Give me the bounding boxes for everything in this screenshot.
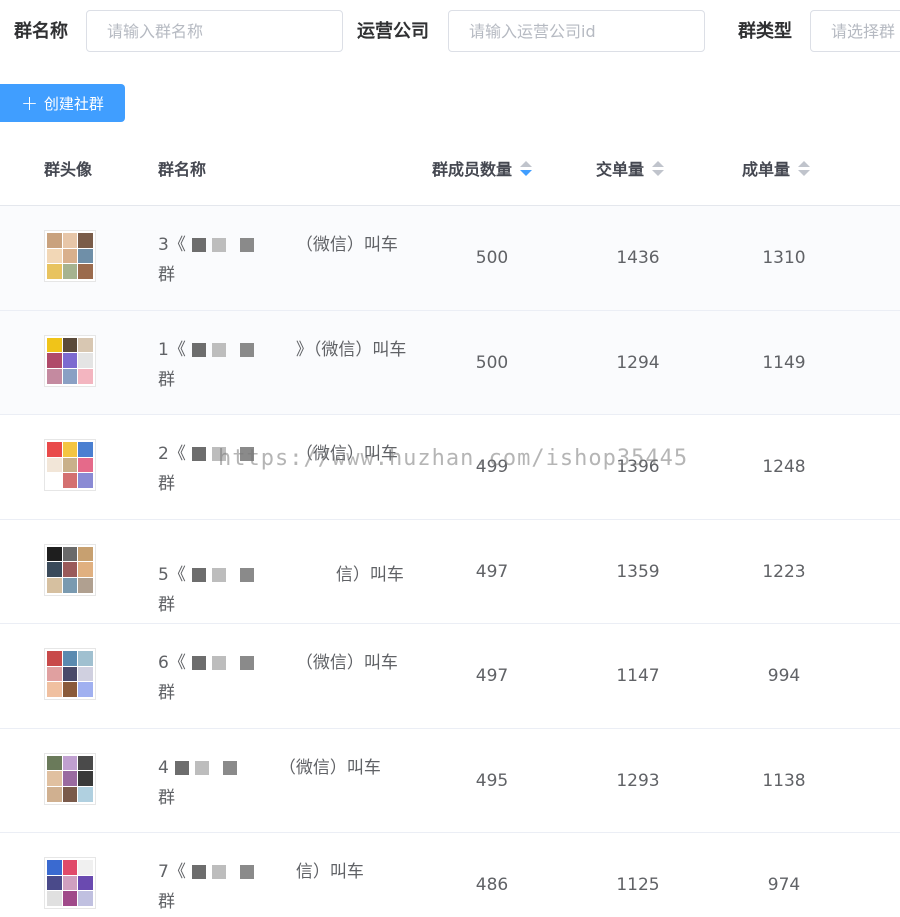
group-name-suffix: （微信）叫车: [295, 653, 398, 673]
group-name-suffix: （微信）叫车: [295, 444, 398, 464]
done-count-cell: 994: [767, 666, 801, 686]
table-body: 3《 （微信）叫车群 500 1436 1310 1《 》（微信）叫车群 500 1294 114…: [0, 206, 900, 917]
table-row[interactable]: 6《 （微信）叫车群 497 1147 994: [0, 624, 900, 729]
submit-count-cell: 1436: [616, 248, 660, 268]
group-avatar: [44, 334, 96, 387]
group-name-line2: 群: [158, 474, 175, 494]
redacted-block: [186, 567, 336, 583]
done-count-cell: 1310: [762, 248, 806, 268]
table-header: 群头像 群名称 群成员数量 交单量 成单量: [0, 130, 900, 206]
members-count-cell: 495: [475, 770, 509, 791]
group-name-prefix: 2《: [158, 444, 186, 464]
header-done[interactable]: 成单量: [742, 130, 811, 206]
group-avatar: [44, 857, 96, 909]
submit-count-cell: 1294: [616, 352, 660, 373]
table-row[interactable]: 7《 信）叫车群 486 1125 974: [0, 833, 900, 917]
table-row[interactable]: 3《 （微信）叫车群 500 1436 1310: [0, 206, 900, 311]
header-name: 群名称: [158, 160, 207, 179]
group-table: 群头像 群名称 群成员数量 交单量 成单量 3《 （微信）叫车群 500 1436 13…: [0, 130, 900, 917]
group-name-line2: 群: [158, 892, 175, 912]
redacted-block: [186, 864, 296, 880]
submit-count-cell: 1359: [616, 561, 660, 582]
group-name-cell: 1《 》（微信）叫车群: [158, 335, 408, 395]
submit-count-cell: 1125: [616, 875, 660, 895]
done-count-cell: 1248: [762, 457, 806, 477]
done-count-cell: 1149: [762, 352, 806, 373]
group-name-suffix: （微信）叫车: [278, 757, 381, 778]
members-count-cell: 486: [475, 875, 509, 895]
group-name-cell: 6《 （微信）叫车群: [158, 648, 408, 708]
redacted-block: [186, 446, 296, 462]
group-type-select[interactable]: [810, 10, 900, 52]
group-name-prefix: 1《: [158, 339, 186, 360]
group-name-line2: 群: [158, 369, 175, 390]
sort-caret-icon[interactable]: [520, 160, 533, 176]
group-avatar: [44, 752, 96, 805]
members-count-cell: 497: [475, 666, 509, 686]
group-avatar: [44, 543, 96, 596]
table-row[interactable]: 5《 信）叫车群 497 1359 1223: [0, 520, 900, 624]
group-name-cell: 3《 （微信）叫车群: [158, 230, 408, 290]
group-name-cell: 2《 （微信）叫车群: [158, 439, 408, 499]
group-name-cell: 5《 信）叫车群: [158, 560, 408, 620]
group-name-prefix: 6《: [158, 653, 186, 673]
create-group-button[interactable]: + 创建社群: [0, 84, 125, 122]
group-avatar: [44, 648, 96, 700]
group-name-prefix: 7《: [158, 862, 186, 882]
group-name-line2: 群: [158, 683, 175, 703]
group-name-prefix: 3《: [158, 235, 186, 255]
members-count-cell: 497: [475, 561, 509, 582]
redacted-block: [186, 342, 296, 358]
redacted-block: [169, 760, 279, 776]
group-name-suffix: 信）叫车: [295, 862, 364, 882]
done-count-cell: 974: [767, 875, 801, 895]
group-name-line2: 群: [158, 265, 175, 285]
company-id-input[interactable]: [448, 10, 705, 52]
redacted-block: [186, 237, 296, 253]
header-members[interactable]: 群成员数量: [432, 130, 533, 206]
table-row[interactable]: 2《 （微信）叫车群 499 1396 1248: [0, 415, 900, 520]
group-name-cell: 7《 信）叫车群: [158, 857, 408, 917]
group-name-cell: 4 （微信）叫车群: [158, 753, 408, 813]
group-name-filter-label: 群名称: [14, 21, 68, 42]
plus-icon: +: [21, 91, 38, 115]
create-group-label: 创建社群: [43, 94, 104, 113]
members-count-cell: 499: [475, 457, 509, 477]
table-row[interactable]: 4 （微信）叫车群 495 1293 1138: [0, 729, 900, 833]
group-name-line2: 群: [158, 787, 175, 808]
redacted-block: [186, 655, 296, 671]
group-name-input[interactable]: [86, 10, 343, 52]
table-row[interactable]: 1《 》（微信）叫车群 500 1294 1149: [0, 310, 900, 415]
header-avatar: 群头像: [44, 160, 93, 179]
group-avatar: [44, 230, 96, 282]
done-count-cell: 1138: [762, 770, 806, 791]
done-count-cell: 1223: [762, 561, 806, 582]
submit-count-cell: 1293: [616, 770, 660, 791]
company-filter-label: 运营公司: [357, 21, 429, 42]
sort-caret-icon[interactable]: [798, 160, 811, 176]
members-count-cell: 500: [475, 248, 509, 268]
group-name-suffix: 》（微信）叫车: [295, 339, 407, 360]
sort-caret-icon[interactable]: [652, 160, 665, 176]
group-type-filter-label: 群类型: [738, 21, 792, 42]
group-avatar: [44, 439, 96, 491]
header-submit[interactable]: 交单量: [596, 130, 665, 206]
submit-count-cell: 1396: [616, 457, 660, 477]
submit-count-cell: 1147: [616, 666, 660, 686]
group-name-suffix: （微信）叫车: [295, 235, 398, 255]
members-count-cell: 500: [475, 352, 509, 373]
group-name-prefix: 5《: [158, 564, 186, 585]
group-name-prefix: 4: [158, 757, 169, 778]
